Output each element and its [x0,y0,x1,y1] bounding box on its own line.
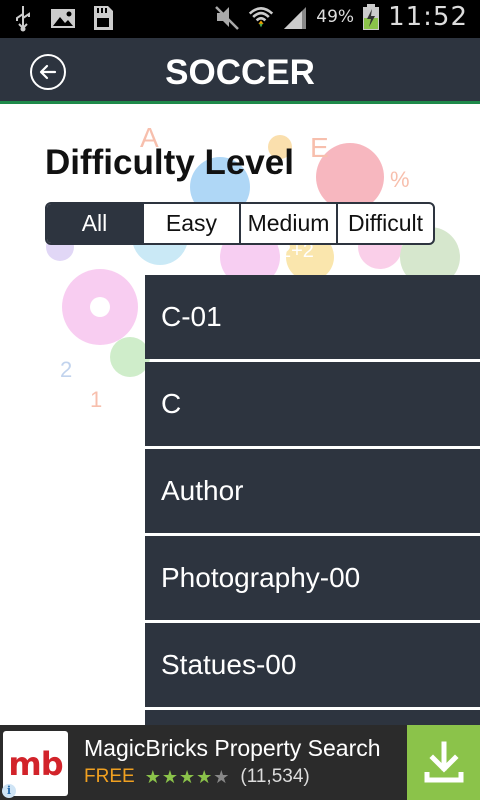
svg-text:2: 2 [60,357,72,382]
ad-price: FREE [84,766,135,787]
main-content: A E % 2+2 2 1 Difficulty Level All Easy … [0,107,480,725]
filter-all-button[interactable]: All [47,204,142,243]
clock: 11:52 [388,2,468,32]
ad-rating-stars: ★★★★★ [144,766,231,787]
svg-text:E: E [310,132,329,163]
list-item[interactable]: Author [145,449,480,533]
list-item[interactable]: Statues-00 [145,623,480,707]
list-item[interactable]: C [145,362,480,446]
ad-rating-count: (11,534) [240,766,310,787]
info-icon[interactable]: i [2,784,16,798]
image-icon [51,9,75,28]
wifi-icon [249,7,274,28]
action-bar: SOCCER [0,38,480,104]
download-icon [424,741,463,782]
filter-easy-button[interactable]: Easy [142,204,239,243]
filter-difficult-button[interactable]: Difficult [336,204,433,243]
mute-icon [215,6,240,30]
difficulty-level-label: Difficulty Level [45,143,294,182]
list-item[interactable] [145,710,480,725]
svg-text:%: % [390,167,410,192]
battery-charging-icon [363,4,380,30]
ad-title[interactable]: MagicBricks Property Search [84,735,381,762]
battery-percent: 49% [316,7,355,27]
ad-subtitle: FREE ★★★★★ (11,534) [84,766,310,788]
list-item[interactable]: C-01 [145,275,480,359]
usb-icon [16,6,30,32]
ad-download-button[interactable] [407,725,480,800]
list-item[interactable]: Photography-00 [145,536,480,620]
ad-banner[interactable]: mb MagicBricks Property Search FREE ★★★★… [0,725,480,800]
quiz-list: C-01 C Author Photography-00 Statues-00 [145,275,480,725]
svg-text:1: 1 [90,387,102,412]
status-bar: 49% 11:52 [0,0,480,38]
difficulty-filter: All Easy Medium Difficult [45,202,435,245]
sd-card-icon [94,6,113,30]
ad-logo-text: mb [8,744,63,783]
page-title: SOCCER [165,53,315,92]
filter-medium-button[interactable]: Medium [239,204,336,243]
signal-icon [284,7,307,29]
